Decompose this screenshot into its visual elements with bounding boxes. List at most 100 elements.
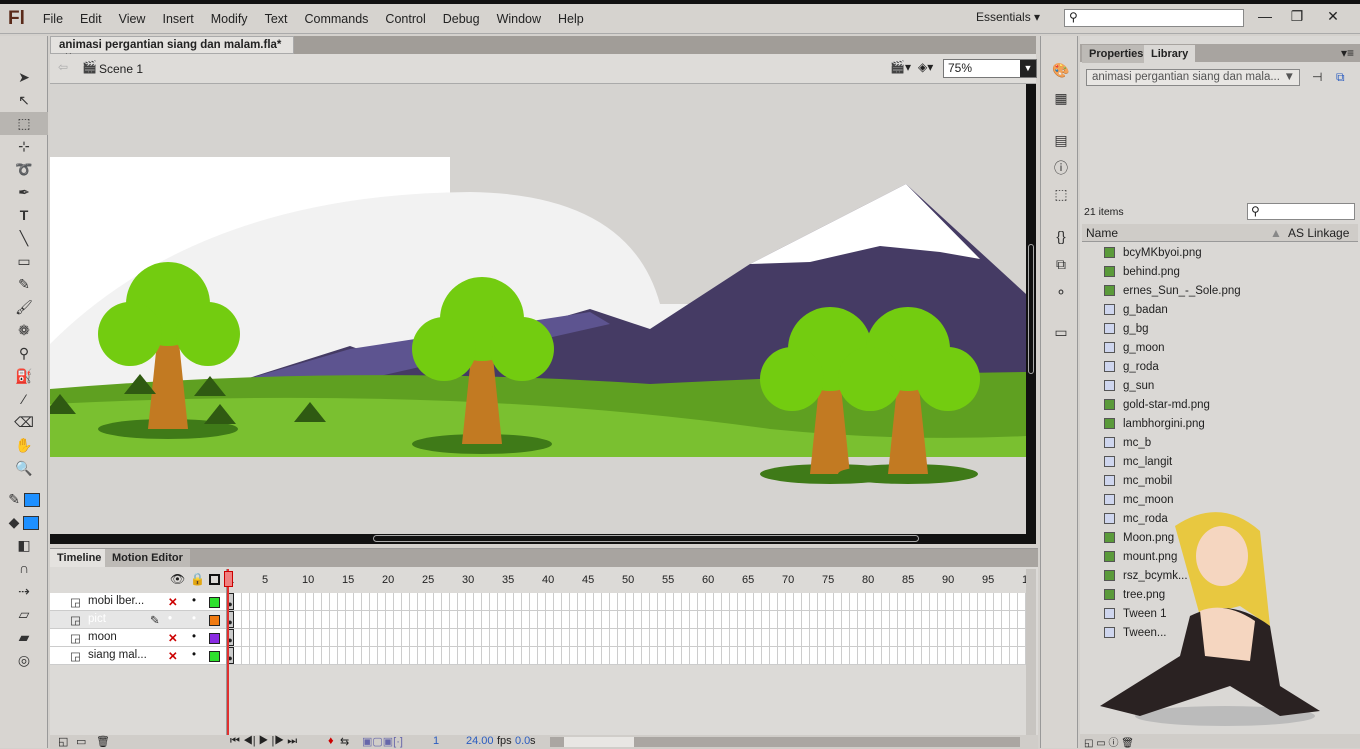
timeline-horizontal-scrollbar[interactable]	[550, 737, 1020, 747]
components-panel-icon[interactable]: ⧉	[1051, 256, 1071, 274]
show-hide-all-icon[interactable]: 👁	[170, 572, 185, 586]
playhead-handle[interactable]	[224, 571, 233, 587]
library-search-input[interactable]: ⚲	[1247, 203, 1355, 220]
elapsed-time[interactable]: 0.0	[515, 735, 530, 747]
eyedropper-tool-icon[interactable]: ⁄	[0, 388, 48, 411]
layer-row[interactable]: ◲ pict ✎ • •	[50, 611, 226, 629]
minimize-button[interactable]: —	[1248, 6, 1282, 26]
transform-panel-icon[interactable]: ⬚	[1051, 186, 1071, 204]
column-as-linkage[interactable]: AS Linkage	[1288, 226, 1349, 240]
3d-rotation-tool-icon[interactable]: ⊹	[0, 135, 48, 158]
timeline-vertical-scrollbar[interactable]	[1026, 569, 1036, 735]
menu-commands[interactable]: Commands	[305, 12, 369, 26]
swatches-panel-icon[interactable]: ▦	[1051, 90, 1071, 108]
visible-dot-icon[interactable]: •	[168, 613, 172, 625]
info-panel-icon[interactable]: ⓘ	[1051, 158, 1071, 176]
stage-pasteboard[interactable]	[50, 84, 1026, 534]
playhead[interactable]	[227, 569, 229, 736]
edit-scene-icon[interactable]: 🎬▾	[890, 60, 911, 74]
tab-timeline[interactable]: Timeline	[50, 549, 109, 567]
layer-outline-color[interactable]	[209, 651, 220, 662]
hand-tool-icon[interactable]: ✋	[0, 434, 48, 457]
close-window-button[interactable]: ✕	[1316, 6, 1350, 26]
tab-motion-editor[interactable]: Motion Editor	[105, 549, 190, 567]
menu-help[interactable]: Help	[558, 12, 584, 26]
snap-to-objects-icon[interactable]: ∩	[0, 557, 48, 580]
menu-window[interactable]: Window	[497, 12, 541, 26]
layer-outline-color[interactable]	[209, 633, 220, 644]
layer-outline-color[interactable]	[209, 615, 220, 626]
new-folder-icon[interactable]: ▭	[76, 735, 86, 748]
line-tool-icon[interactable]: ╲	[0, 227, 48, 250]
lasso-tool-icon[interactable]: ➰	[0, 158, 48, 181]
menu-control[interactable]: Control	[385, 12, 425, 26]
motion-presets-icon[interactable]: ⚬	[1051, 284, 1071, 302]
outline-all-icon[interactable]	[209, 574, 220, 585]
current-frame[interactable]: 1	[433, 735, 439, 747]
library-item[interactable]: mc_b	[1104, 433, 1151, 452]
layer-frames[interactable]: ●	[226, 611, 1026, 629]
sort-arrow-icon[interactable]: ▲	[1270, 226, 1282, 240]
subselection-tool-icon[interactable]: ↖	[0, 89, 48, 112]
lock-dot-icon[interactable]: •	[192, 595, 196, 607]
library-item[interactable]: g_badan	[1104, 300, 1168, 319]
brush-tool-icon[interactable]: 🖌	[0, 296, 48, 319]
zoom-tool-icon[interactable]: 🔍	[0, 457, 48, 480]
menu-edit[interactable]: Edit	[80, 12, 102, 26]
library-item[interactable]: ernes_Sun_-_Sole.png	[1104, 281, 1241, 300]
layer-name[interactable]: pict	[88, 613, 106, 625]
library-item[interactable]: g_moon	[1104, 338, 1165, 357]
layer-name[interactable]: moon	[88, 631, 117, 643]
text-tool-icon[interactable]: T	[0, 204, 48, 227]
playback-controls-icon[interactable]: ⏮ ◀| ▶ |▶ ⏭	[230, 735, 297, 748]
layer-name[interactable]: siang mal...	[88, 649, 147, 661]
color-panel-icon[interactable]: 🎨	[1051, 62, 1071, 80]
eraser-tool-icon[interactable]: ⌫	[0, 411, 48, 434]
rotate-scale-icon[interactable]: ▰	[0, 626, 48, 649]
stage-vertical-scrollbar[interactable]	[1026, 84, 1036, 534]
envelope-icon[interactable]: ◎	[0, 649, 48, 672]
actions-panel-icon[interactable]: {}	[1051, 228, 1071, 246]
history-panel-icon[interactable]: ▭	[1051, 324, 1071, 342]
workspace-switcher[interactable]: Essentials ▾	[976, 10, 1040, 24]
tab-properties[interactable]: Properties	[1082, 45, 1151, 63]
onion-skin-icons[interactable]: ▣▢▣[·]	[362, 735, 403, 748]
hidden-x-icon[interactable]: ✕	[168, 631, 178, 645]
new-layer-icon[interactable]: ◱	[58, 735, 68, 748]
frame-rate[interactable]: 24.00	[466, 735, 494, 747]
center-frame-icon[interactable]: ♦	[328, 735, 334, 747]
fill-color-swatch[interactable]: ◆	[0, 511, 48, 534]
panel-menu-icon[interactable]: ▾≡	[1341, 46, 1354, 60]
zoom-select[interactable]: 75% ▼	[943, 59, 1037, 78]
menu-view[interactable]: View	[119, 12, 146, 26]
lock-dot-icon[interactable]: •	[192, 631, 196, 643]
menu-file[interactable]: File	[43, 12, 63, 26]
library-item[interactable]: bcyMKbyoi.png	[1104, 243, 1202, 262]
library-document-select[interactable]: animasi pergantian siang dan mala... ▼	[1086, 69, 1300, 86]
library-item[interactable]: g_sun	[1104, 376, 1154, 395]
lock-dot-icon[interactable]: •	[192, 649, 196, 661]
new-library-panel-icon[interactable]: ⧉	[1336, 70, 1345, 85]
layer-frames[interactable]: ●	[226, 629, 1026, 647]
maximize-button[interactable]: ❐	[1280, 6, 1314, 26]
scene-label[interactable]: Scene 1	[99, 62, 143, 76]
hidden-x-icon[interactable]: ✕	[168, 595, 178, 609]
deco-tool-icon[interactable]: ❁	[0, 319, 48, 342]
library-item[interactable]: lambhorgini.png	[1104, 414, 1205, 433]
library-item[interactable]: g_roda	[1104, 357, 1159, 376]
document-tab[interactable]: animasi pergantian siang dan malam.fla* …	[50, 36, 294, 63]
selection-tool-icon[interactable]: ➤	[0, 66, 48, 89]
layer-row[interactable]: ◲ mobi lber... ✕ •	[50, 593, 226, 611]
column-name[interactable]: Name	[1086, 226, 1118, 240]
menu-insert[interactable]: Insert	[162, 12, 193, 26]
lock-dot-icon[interactable]: •	[192, 613, 196, 625]
layer-frames[interactable]: ●	[226, 647, 1026, 665]
chevron-down-icon[interactable]: ▼	[1020, 60, 1036, 77]
layer-frames[interactable]: ●	[226, 593, 1026, 611]
rectangle-tool-icon[interactable]: ▭	[0, 250, 48, 273]
edit-symbols-icon[interactable]: ◈▾	[918, 60, 933, 74]
library-item[interactable]: g_bg	[1104, 319, 1149, 338]
free-transform-tool-icon[interactable]: ⬚	[0, 112, 48, 135]
stage-horizontal-scrollbar[interactable]	[50, 534, 1036, 544]
layer-outline-color[interactable]	[209, 597, 220, 608]
